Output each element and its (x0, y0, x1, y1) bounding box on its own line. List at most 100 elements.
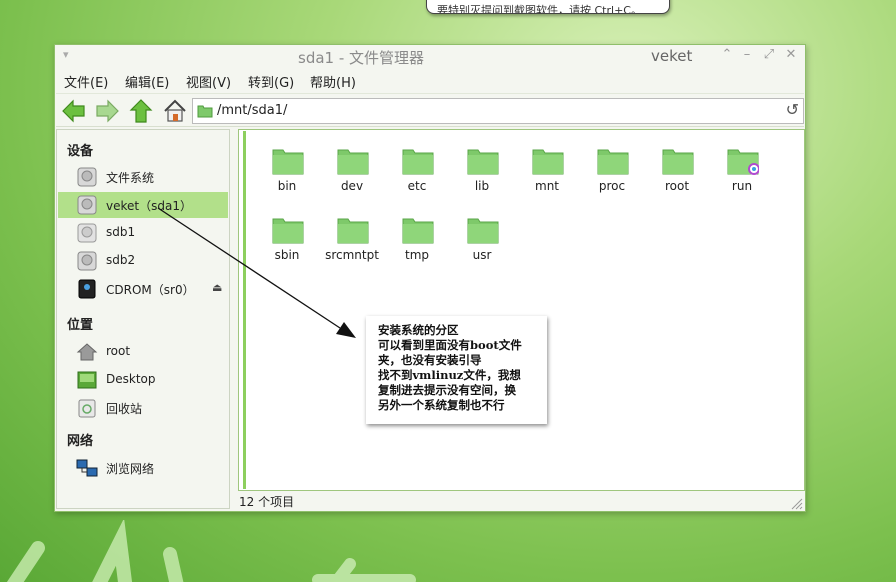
notification-text: 要特别灭提问到截图软件，请按 Ctrl+C。 (437, 4, 642, 14)
folder-name: dev (340, 179, 364, 193)
folder-icon (597, 149, 629, 175)
sidebar-item-trash[interactable]: 回收站 (58, 395, 228, 421)
close-button[interactable]: ✕ (783, 47, 799, 65)
folder-icon (402, 149, 434, 175)
sidebar-section-network: 网络 (67, 434, 94, 449)
sidebar-item-label: 回收站 (106, 402, 143, 416)
window-title: sda1 - 文件管理器 (298, 49, 425, 67)
forward-button[interactable] (94, 98, 120, 124)
file-manager-window: ▾ sda1 - 文件管理器 veket ⌃ – ⤢ ✕ 文件(E) 编辑(E)… (54, 44, 806, 512)
folder-item[interactable]: etc (385, 136, 449, 196)
folder-name: sbin (274, 248, 300, 262)
sidebar: 设备 文件系统 veket（sda1） sdb1 sdb2 CDROM（sr0）… (56, 129, 230, 509)
file-grid: bin dev etc lib mnt proc root run sbin s… (243, 131, 800, 489)
sidebar-item-label: root (106, 344, 131, 358)
folder-name: run (731, 179, 753, 193)
maximize-button[interactable]: ⤢ (761, 47, 777, 65)
folder-item[interactable]: bin (255, 136, 319, 196)
sidebar-item-label: Desktop (106, 372, 156, 386)
trash-icon (78, 399, 96, 418)
folder-name: lib (474, 179, 490, 193)
folder-item[interactable]: root (645, 136, 709, 196)
back-button[interactable] (61, 98, 87, 124)
folder-icon (272, 218, 304, 244)
window-user-label: veket (651, 47, 693, 65)
sidebar-item-sdb1[interactable]: sdb1 (58, 220, 228, 246)
folder-name: srcmntpt (325, 248, 379, 262)
annotation-note: 安装系统的分区 可以看到里面没有boot文件 夹，也没有安装引导 找不到vmli… (366, 316, 547, 424)
forward-arrow-icon (96, 99, 119, 123)
menu-go[interactable]: 转到(G) (248, 72, 294, 91)
minimize-button[interactable]: – (739, 47, 755, 65)
folder-icon (402, 218, 434, 244)
drive-icon (77, 167, 97, 187)
sidebar-item-filesystem[interactable]: 文件系统 (58, 164, 228, 190)
sidebar-item-cdrom[interactable]: CDROM（sr0） ⏏ (58, 276, 228, 302)
folder-name: root (664, 179, 690, 193)
sidebar-item-label: sdb2 (106, 253, 136, 267)
sidebar-item-desktop[interactable]: Desktop (58, 367, 228, 393)
folder-item[interactable]: proc (580, 136, 644, 196)
file-view: bin dev etc lib mnt proc root run sbin s… (238, 129, 805, 491)
folder-item[interactable]: usr (450, 205, 514, 265)
sidebar-item-veket-sda1[interactable]: veket（sda1） (58, 192, 228, 218)
home-icon (76, 343, 98, 361)
folder-icon (727, 149, 759, 175)
home-button[interactable] (162, 98, 188, 124)
drive-icon (77, 195, 97, 215)
sidebar-item-browse-network[interactable]: 浏览网络 (58, 455, 228, 481)
folder-name: proc (598, 179, 626, 193)
sidebar-item-label: 文件系统 (106, 171, 155, 185)
folder-item[interactable]: mnt (515, 136, 579, 196)
drive-icon (77, 223, 97, 243)
menu-edit[interactable]: 编辑(E) (125, 72, 169, 91)
folder-item[interactable]: srcmntpt (320, 205, 384, 265)
sidebar-item-label: sdb1 (106, 225, 136, 239)
folder-icon (467, 218, 499, 244)
folder-icon (662, 149, 694, 175)
refresh-icon[interactable]: ↺ (786, 100, 799, 119)
resize-grip-icon[interactable] (789, 496, 803, 510)
drive-icon (77, 251, 97, 271)
cdrom-icon (78, 279, 96, 299)
menu-help[interactable]: 帮助(H) (310, 72, 356, 91)
folder-item[interactable]: sbin (255, 205, 319, 265)
note-line: 可以看到里面没有boot文件 (378, 338, 522, 352)
title-bar: ▾ sda1 - 文件管理器 veket ⌃ – ⤢ ✕ (55, 45, 805, 69)
folder-item[interactable]: tmp (385, 205, 449, 265)
toolbar: /mnt/sda1/ ↺ (56, 93, 804, 127)
menu-view[interactable]: 视图(V) (186, 72, 231, 91)
location-path[interactable]: /mnt/sda1/ (217, 103, 287, 118)
item-count: 12 个项目 (239, 495, 295, 509)
folder-icon (197, 105, 213, 118)
network-icon (76, 459, 98, 477)
eject-icon[interactable]: ⏏ (212, 281, 222, 294)
sidebar-item-sdb2[interactable]: sdb2 (58, 248, 228, 274)
note-line: 夹，也没有安装引导 (378, 353, 482, 367)
menu-bar: 文件(E) 编辑(E) 视图(V) 转到(G) 帮助(H) (55, 70, 805, 92)
folder-name: etc (407, 179, 427, 193)
folder-icon (337, 218, 369, 244)
menu-file[interactable]: 文件(E) (64, 72, 108, 91)
note-line: 找不到vmlinuz文件，我想 (378, 368, 521, 382)
back-arrow-icon (62, 99, 85, 123)
folder-item[interactable]: run (710, 136, 774, 196)
folder-icon (532, 149, 564, 175)
sidebar-item-label: veket（sda1） (106, 199, 192, 213)
folder-item[interactable]: lib (450, 136, 514, 196)
desktop-wallpaper-decoration (6, 520, 416, 582)
location-bar[interactable]: /mnt/sda1/ ↺ (192, 98, 804, 124)
folder-name: tmp (404, 248, 429, 262)
folder-item[interactable]: dev (320, 136, 384, 196)
folder-name: bin (277, 179, 297, 193)
home-icon (164, 99, 186, 122)
folder-name: mnt (535, 179, 559, 193)
note-line: 另外一个系统复制也不行 (378, 398, 505, 412)
sidebar-section-devices: 设备 (67, 144, 94, 159)
note-line: 安装系统的分区 (378, 323, 459, 337)
window-menu-icon[interactable]: ▾ (63, 48, 69, 61)
shade-button[interactable]: ⌃ (719, 47, 735, 65)
up-button[interactable] (128, 98, 154, 124)
sidebar-item-root[interactable]: root (58, 339, 228, 365)
folder-icon (467, 149, 499, 175)
